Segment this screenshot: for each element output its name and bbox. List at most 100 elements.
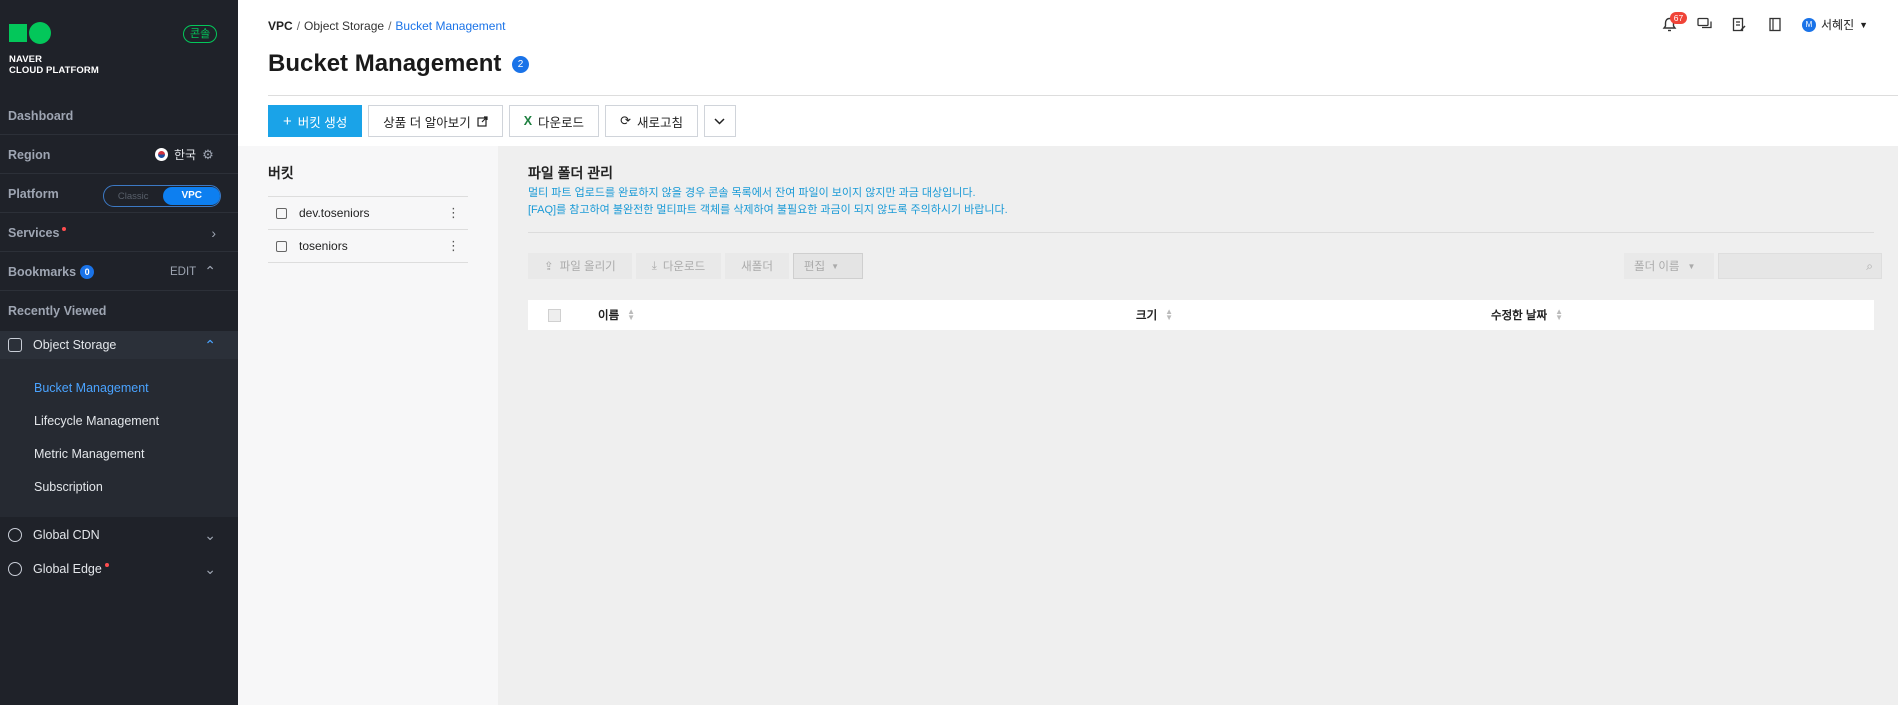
search-area: 폴더 이름 ▼ ⌕ [1624,253,1882,279]
breadcrumb-object-storage[interactable]: Object Storage [304,19,384,33]
services-new-dot [62,226,67,231]
learn-more-label: 상품 더 알아보기 [383,115,471,130]
edit-label: 편집 [803,261,826,273]
naver-cloud-logo[interactable]: NAVER CLOUD PLATFORM [9,22,99,76]
nav-region[interactable]: Region 한국 ⚙ [0,136,238,174]
breadcrumb-separator: / [388,19,392,33]
download-file-button[interactable]: ⤓ 다운로드 [635,253,722,279]
nav-bookmarks-label: Bookmarks [8,264,77,279]
create-bucket-label: 버킷 생성 [297,115,348,130]
download-label: 다운로드 [538,115,585,130]
nav-services[interactable]: Services › [0,214,238,252]
nav-bookmarks[interactable]: Bookmarks 0 EDIT ⌃ [0,253,238,291]
select-all-checkbox[interactable] [548,308,561,322]
column-name-label: 이름 [598,310,620,322]
create-bucket-button[interactable]: + 버킷 생성 [268,105,363,137]
nav-services-label: Services [8,225,60,240]
nav-object-storage-label: Object Storage [33,338,117,352]
column-name[interactable]: 이름 ▲ ▼ [598,307,635,323]
page-title: Bucket Management [268,50,502,77]
refresh-button[interactable]: ⟳ 새로고침 [605,105,698,137]
upload-label: 파일 올리기 [559,261,616,273]
content-divider [528,232,1874,233]
new-folder-label: 새폴더 [741,261,773,273]
gear-icon[interactable]: ⚙ [202,147,214,163]
title-badge: 2 [512,56,529,73]
object-storage-icon [8,338,22,352]
file-folder-panel: 파일 폴더 관리 멀티 파트 업로드를 완료하지 않을 경우 콘솔 목록에서 잔… [498,146,1898,705]
nav-global-edge[interactable]: Global Edge ⌄ [0,554,238,584]
nav-global-cdn-label: Global CDN [33,528,100,542]
list-item[interactable]: toseniors ⋮ [268,230,468,263]
file-folder-title: 파일 폴더 관리 [528,165,614,181]
nav-dashboard[interactable]: Dashboard [0,97,238,135]
search-type-select[interactable]: 폴더 이름 ▼ [1624,253,1714,279]
sort-icon: ▲ ▼ [627,307,636,322]
book-icon[interactable] [1765,15,1784,34]
chevron-up-icon[interactable]: ⌃ [204,337,216,354]
refresh-label: 새로고침 [636,115,683,130]
nav-dashboard-label: Dashboard [8,108,74,123]
sidebar-item-subscription[interactable]: Subscription [34,480,103,494]
column-size[interactable]: 크기 ▲ ▼ [1136,307,1173,323]
bookmarks-edit-button[interactable]: EDIT [170,266,196,278]
platform-classic-option[interactable]: Classic [104,191,162,202]
column-modified-date[interactable]: 수정한 날짜 ▲ ▼ [1491,307,1563,323]
edit-dropdown[interactable]: 편집 ▼ [792,253,863,279]
sidebar-item-lifecycle-management[interactable]: Lifecycle Management [34,414,159,428]
database-icon [276,207,287,219]
search-icon[interactable]: ⌕ [1866,259,1873,274]
document-edit-icon[interactable] [1730,15,1749,34]
sort-icon: ▲ ▼ [1555,307,1564,322]
user-menu[interactable]: M 서혜진 ▼ [1802,16,1868,33]
avatar: M [1802,17,1816,32]
nav-recently-viewed: Recently Viewed [0,292,238,330]
nav-recently-viewed-label: Recently Viewed [8,304,107,318]
region-selector[interactable]: 한국 ⚙ [155,146,214,163]
more-dropdown-button[interactable] [703,105,736,137]
bell-icon[interactable]: 67 [1660,12,1687,34]
nav-object-storage[interactable]: Object Storage ⌃ [0,331,238,359]
caret-down-icon: ▼ [831,261,840,271]
breadcrumb: VPC / Object Storage / Bucket Management [268,19,505,33]
file-table-header: 이름 ▲ ▼ 크기 ▲ ▼ 수정한 날짜 ▲ ▼ [528,300,1874,330]
user-name: 서혜진 [1821,18,1855,32]
chevron-right-icon: › [211,224,216,241]
bucket-name: dev.toseniors [299,206,370,220]
platform-toggle[interactable]: Classic VPC [103,185,221,207]
file-toolbar: ⇪ 파일 올리기 ⤓ 다운로드 새폴더 편집 ▼ [528,253,863,279]
bucket-name: toseniors [299,239,348,253]
global-cdn-icon [8,528,22,542]
download-excel-button[interactable]: X 다운로드 [508,105,600,137]
chat-icon[interactable] [1695,15,1714,34]
logo-mark-icon [9,22,99,44]
search-input[interactable]: ⌕ [1718,253,1882,279]
column-size-label: 크기 [1136,310,1158,322]
global-edge-icon [8,562,22,576]
faq-notice[interactable]: [FAQ]를 참고하여 불완전한 멀티파트 객체를 삭제하여 불필요한 과금이 … [528,201,1008,217]
upload-file-button[interactable]: ⇪ 파일 올리기 [528,253,632,279]
nav-region-label: Region [8,147,51,162]
notification-count-badge: 67 [1670,12,1687,24]
learn-more-button[interactable]: 상품 더 알아보기 [368,105,503,137]
nav-platform-label: Platform [8,186,59,201]
sidebar-item-metric-management[interactable]: Metric Management [34,447,144,461]
global-edge-new-dot [104,563,109,567]
list-item[interactable]: dev.toseniors ⋮ [268,197,468,230]
console-badge[interactable]: 콘솔 [183,25,218,43]
kebab-menu-icon[interactable]: ⋮ [447,238,460,254]
search-type-label: 폴더 이름 [1634,261,1680,273]
sort-icon: ▲ ▼ [1165,307,1174,322]
bookmarks-count-badge: 0 [80,264,95,279]
logo-text-line2: CLOUD PLATFORM [9,65,99,76]
breadcrumb-vpc[interactable]: VPC [268,19,293,33]
chevron-up-icon[interactable]: ⌃ [204,263,216,280]
platform-vpc-option[interactable]: VPC [163,187,220,205]
bucket-panel: 버킷 dev.toseniors ⋮ toseniors ⋮ [238,146,498,705]
nav-global-cdn[interactable]: Global CDN ⌄ [0,520,238,550]
chevron-down-icon: ⌄ [204,526,216,543]
new-folder-button[interactable]: 새폴더 [725,253,789,279]
sidebar-item-bucket-management[interactable]: Bucket Management [34,381,149,395]
chevron-down-icon: ⌄ [204,560,216,577]
kebab-menu-icon[interactable]: ⋮ [447,205,460,221]
